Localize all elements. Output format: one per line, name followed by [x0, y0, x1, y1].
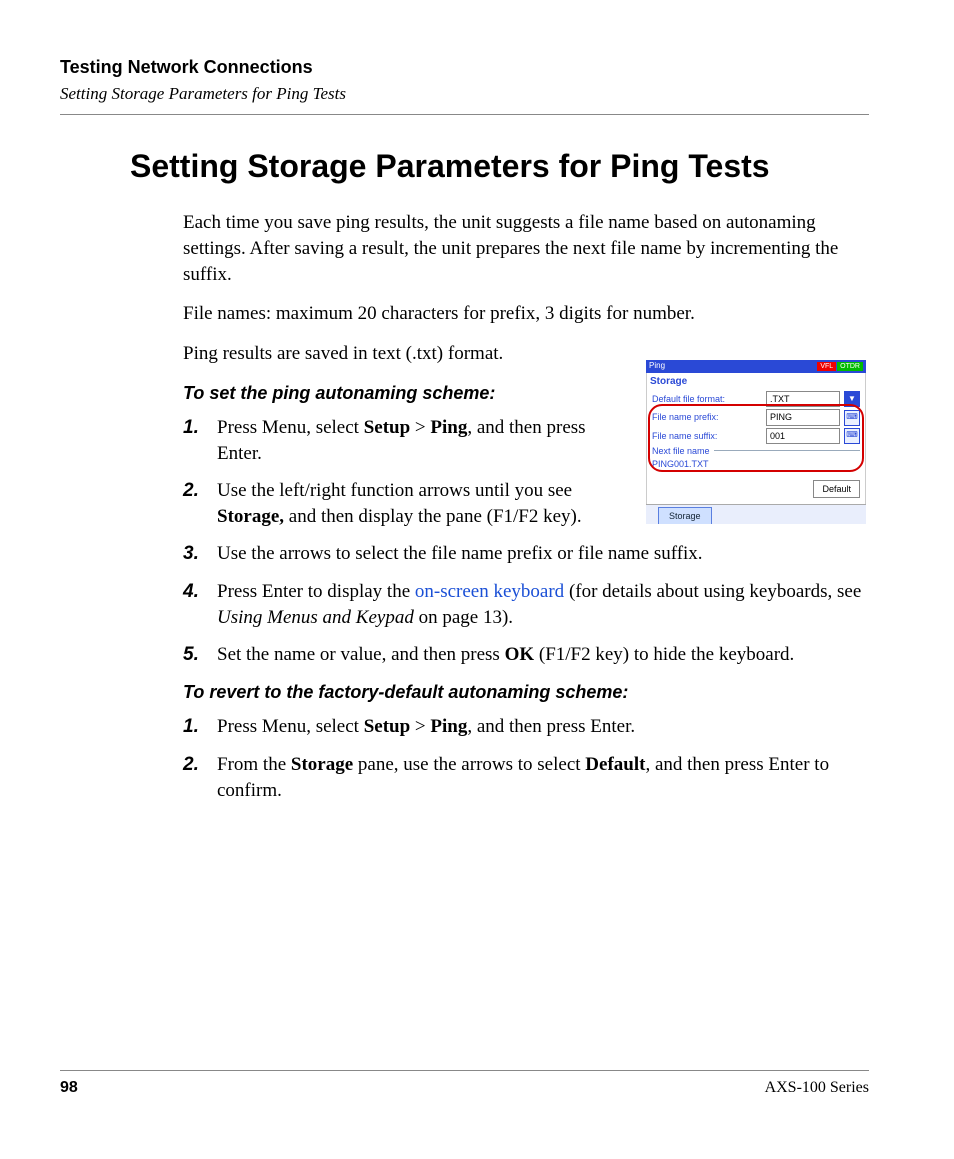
device-screenshot: Ping VFLOTDR Storage Default file format… — [646, 360, 866, 524]
label-file-name-prefix: File name prefix: — [652, 411, 762, 423]
step: 4. Press Enter to display the on-screen … — [183, 579, 869, 630]
step-number: 1. — [183, 714, 217, 740]
dropdown-icon[interactable]: ▼ — [844, 391, 860, 407]
keyboard-icon[interactable]: ⌨ — [844, 428, 860, 444]
step-body: Press Enter to display the on-screen key… — [217, 579, 869, 630]
divider-line — [714, 450, 860, 451]
step: 1. Press Menu, select Setup > Ping, and … — [183, 714, 869, 740]
step-number: 4. — [183, 579, 217, 630]
step-body: Use the arrows to select the file name p… — [217, 541, 869, 567]
otdr-badge: OTDR — [837, 362, 863, 371]
step-number: 5. — [183, 642, 217, 668]
label-file-name-suffix: File name suffix: — [652, 430, 762, 442]
value-default-file-format[interactable]: .TXT — [766, 391, 840, 407]
step-number: 2. — [183, 752, 217, 803]
product-series: AXS-100 Series — [765, 1077, 869, 1099]
label-default-file-format: Default file format: — [652, 393, 762, 405]
step-number: 1. — [183, 415, 217, 466]
intro-para-1: Each time you save ping results, the uni… — [183, 210, 869, 287]
header-rule — [60, 114, 869, 115]
page-title: Setting Storage Parameters for Ping Test… — [130, 145, 869, 188]
procedure-2-steps: 1. Press Menu, select Setup > Ping, and … — [183, 714, 869, 803]
page-footer: 98 AXS-100 Series — [60, 1070, 869, 1099]
step: 3. Use the arrows to select the file nam… — [183, 541, 869, 567]
intro-para-2: File names: maximum 20 characters for pr… — [183, 301, 869, 327]
step-body: Use the left/right function arrows until… — [217, 478, 587, 529]
default-button[interactable]: Default — [813, 480, 860, 498]
row-default-file-format: Default file format: .TXT ▼ — [646, 390, 866, 408]
step-body: Press Menu, select Setup > Ping, and the… — [217, 415, 587, 466]
keyboard-icon[interactable]: ⌨ — [844, 410, 860, 426]
screenshot-section-title: Storage — [646, 373, 866, 391]
page-number: 98 — [60, 1077, 78, 1099]
value-file-name-suffix[interactable]: 001 — [766, 428, 840, 444]
tab-storage[interactable]: Storage — [658, 507, 712, 524]
screenshot-title: Ping — [649, 361, 665, 372]
vfl-badge: VFL — [817, 362, 836, 371]
next-file-name-label: Next file name — [652, 445, 710, 457]
screenshot-titlebar: Ping VFLOTDR — [646, 360, 866, 373]
procedure-2-heading: To revert to the factory-default autonam… — [183, 680, 869, 704]
step: 5. Set the name or value, and then press… — [183, 642, 869, 668]
step-number: 3. — [183, 541, 217, 567]
value-file-name-prefix[interactable]: PING — [766, 409, 840, 425]
row-file-name-suffix: File name suffix: 001 ⌨ — [646, 427, 866, 445]
next-file-name-value: PING001.TXT — [646, 457, 866, 474]
step-body: Press Menu, select Setup > Ping, and the… — [217, 714, 869, 740]
procedure-1-steps-cont: 3. Use the arrows to select the file nam… — [183, 541, 869, 668]
step-body: Set the name or value, and then press OK… — [217, 642, 869, 668]
screenshot-tabbar: Storage — [646, 504, 866, 524]
running-section: Setting Storage Parameters for Ping Test… — [60, 83, 869, 106]
default-button-row: Default — [646, 474, 866, 504]
step-body: From the Storage pane, use the arrows to… — [217, 752, 869, 803]
next-file-name-label-row: Next file name — [646, 445, 866, 457]
running-chapter: Testing Network Connections — [60, 55, 869, 79]
step-number: 2. — [183, 478, 217, 529]
row-file-name-prefix: File name prefix: PING ⌨ — [646, 408, 866, 426]
status-badges: VFLOTDR — [816, 361, 863, 372]
step: 2. From the Storage pane, use the arrows… — [183, 752, 869, 803]
on-screen-keyboard-link[interactable]: on-screen keyboard — [415, 581, 564, 602]
